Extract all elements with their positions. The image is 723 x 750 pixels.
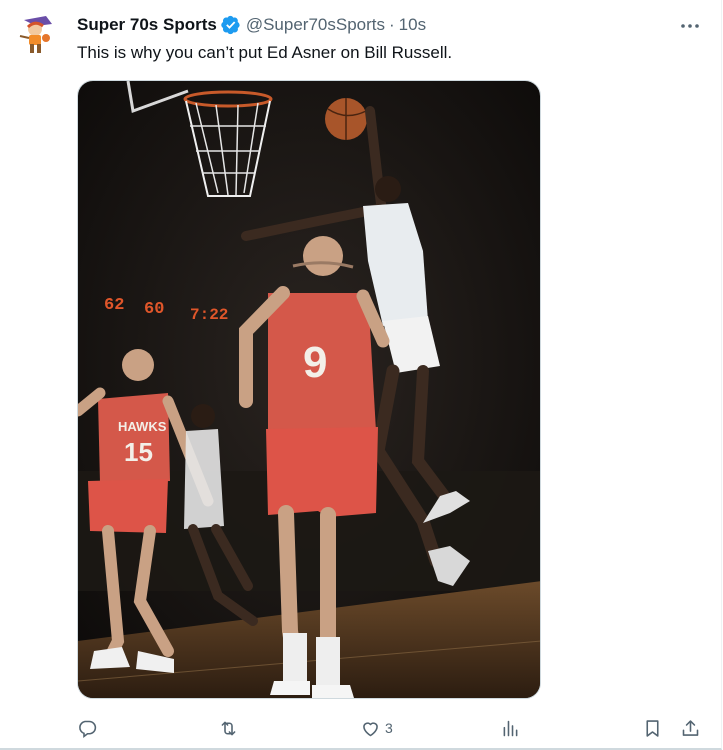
bookmark-icon xyxy=(646,719,659,737)
tweet-text: This is why you can’t put Ed Asner on Bi… xyxy=(77,43,453,62)
retweet-icon xyxy=(221,721,236,735)
share-button[interactable] xyxy=(680,715,701,741)
jersey-lettering: HAWKS xyxy=(118,419,167,434)
more-options-icon[interactable] xyxy=(678,14,702,38)
jersey-number-9: 9 xyxy=(303,338,327,387)
basketball-photo: 62 60 7:22 9 HAWKS 15 xyxy=(78,81,540,698)
user-handle[interactable]: @Super70sSports xyxy=(246,15,385,35)
reply-icon xyxy=(79,720,97,738)
avatar-illustration xyxy=(16,14,56,56)
bookmark-button[interactable] xyxy=(642,715,663,741)
like-count: 3 xyxy=(385,720,393,736)
action-bar: 3 xyxy=(0,715,723,741)
scoreboard-home: 62 xyxy=(104,296,124,315)
display-name[interactable]: Super 70s Sports xyxy=(77,15,217,35)
jersey-number-15: 15 xyxy=(124,437,153,467)
reply-button[interactable] xyxy=(77,715,102,741)
retweet-button[interactable] xyxy=(218,715,243,741)
verified-badge-icon[interactable] xyxy=(221,15,241,35)
scoreboard-clock: 7:22 xyxy=(190,306,228,324)
views-icon xyxy=(503,720,518,736)
scoreboard-away: 60 xyxy=(144,300,164,319)
share-icon xyxy=(682,719,699,736)
views-button[interactable] xyxy=(500,715,525,741)
avatar[interactable] xyxy=(16,14,56,56)
timestamp[interactable]: 10s xyxy=(399,15,426,35)
like-button[interactable]: 3 xyxy=(360,715,393,741)
tweet-photo[interactable]: 62 60 7:22 9 HAWKS 15 xyxy=(77,80,541,699)
tweet-header: Super 70s Sports @Super70sSports · 10s xyxy=(77,13,426,37)
tweet-card[interactable]: Super 70s Sports @Super70sSports · 10s T… xyxy=(0,0,722,750)
like-icon xyxy=(363,721,378,736)
separator-dot: · xyxy=(389,15,395,34)
